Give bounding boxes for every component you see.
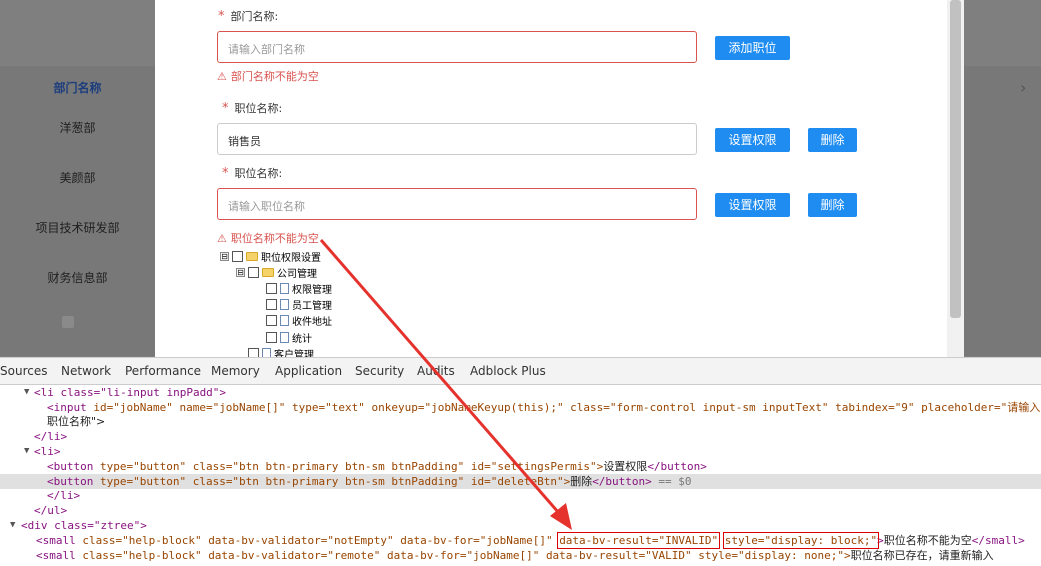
required-star-icon: * [222, 166, 229, 181]
chevron-right-icon[interactable]: › [1020, 78, 1026, 97]
folder-icon [246, 252, 258, 261]
dept-name-label: * 部门名称: [218, 9, 279, 24]
set-permission-button[interactable]: 设置权限 [715, 128, 790, 152]
tab-performance[interactable]: Performance [125, 364, 201, 378]
tree-node[interactable]: ⊟ 职位权限设置 [220, 246, 321, 264]
tab-adblock-plus[interactable]: Adblock Plus [470, 364, 546, 378]
tab-sources[interactable]: Sources [0, 364, 47, 378]
backdrop-square-icon [62, 316, 74, 328]
dom-node-line[interactable]: </li> [0, 429, 1041, 444]
warning-icon: ⚠ [217, 232, 227, 245]
dom-node-line-selected[interactable]: <button type="button" class="btn btn-pri… [0, 474, 1041, 489]
dom-node-line[interactable]: <small class="help-block" data-bv-valida… [0, 548, 1041, 563]
file-icon [280, 283, 289, 294]
tab-network[interactable]: Network [61, 364, 111, 378]
tree-checkbox[interactable] [266, 315, 277, 326]
tab-audits[interactable]: Audits [417, 364, 455, 378]
warning-icon: ⚠ [217, 70, 227, 83]
elements-panel: ▼ <li class="li-input inpPadd"> <input i… [0, 385, 1041, 566]
dom-node-line: 职位名称"> [47, 415, 106, 428]
delete-button[interactable]: 删除 [808, 193, 857, 217]
dept-name-input[interactable]: 请输入部门名称 [217, 31, 697, 63]
collapse-switch-icon[interactable]: ⊟ [236, 268, 245, 277]
delete-button[interactable]: 删除 [808, 128, 857, 152]
collapse-switch-icon[interactable]: ⊟ [220, 252, 229, 261]
tab-security[interactable]: Security [355, 364, 404, 378]
dept-list-item[interactable]: 美颜部 [0, 169, 155, 186]
tree-checkbox[interactable] [248, 267, 259, 278]
tree-checkbox[interactable] [266, 332, 277, 343]
tree-node[interactable]: 客户管理 [248, 343, 314, 361]
expand-triangle-icon[interactable]: ▼ [24, 385, 29, 400]
dom-node-line[interactable]: ▼ <li> [0, 444, 1041, 459]
dept-list-header[interactable]: 部门名称 [0, 79, 155, 96]
dom-node-line[interactable]: </ul> [0, 503, 1041, 518]
file-icon [280, 299, 289, 310]
job-name-input[interactable]: 请输入职位名称 [217, 188, 697, 220]
expand-triangle-icon[interactable]: ▼ [24, 444, 29, 459]
add-job-button[interactable]: 添加职位 [715, 36, 790, 60]
dept-list-item[interactable]: 洋葱部 [0, 119, 155, 136]
tree-checkbox[interactable] [232, 251, 243, 262]
expand-triangle-icon[interactable]: ▼ [10, 518, 15, 533]
annotation-box-invalid: data-bv-result="INVALID" [557, 532, 721, 549]
dom-node-line[interactable]: <input id="jobName" name="jobName[]" typ… [0, 400, 1041, 415]
job-name-input[interactable]: 销售员 [217, 123, 697, 155]
department-list-backdrop: 部门名称 洋葱部 美颜部 项目技术研发部 财务信息部 [0, 0, 155, 357]
tree-node[interactable]: 员工管理 [266, 294, 332, 312]
required-star-icon: * [218, 9, 225, 24]
dom-node-line[interactable]: </li> [0, 488, 1041, 503]
tab-memory[interactable]: Memory [211, 364, 260, 378]
annotation-box-style: style="display: block;" [722, 532, 880, 549]
dom-node-line[interactable]: ▼ <li class="li-input inpPadd"> [0, 385, 1041, 400]
job-name-label: * 职位名称: [222, 101, 283, 116]
tree-checkbox[interactable] [266, 299, 277, 310]
set-permission-button[interactable]: 设置权限 [715, 193, 790, 217]
modal-scrollbar[interactable] [947, 0, 964, 357]
tree-checkbox[interactable] [266, 283, 277, 294]
file-icon [280, 332, 289, 343]
dom-node-line[interactable]: <button type="button" class="btn btn-pri… [0, 459, 1041, 474]
file-icon [280, 315, 289, 326]
dept-name-error: ⚠ 部门名称不能为空 [217, 70, 319, 83]
job-name-label: * 职位名称: [222, 166, 283, 181]
dom-node-line[interactable]: ▼ <div class="ztree"> [0, 518, 1041, 533]
tree-node[interactable]: ⊟ 公司管理 [236, 262, 317, 280]
devtools-tabbar: Sources Network Performance Memory Appli… [0, 357, 1041, 385]
required-star-icon: * [222, 101, 229, 116]
job-name-error: ⚠ 职位名称不能为空 [217, 232, 319, 245]
scrollbar-thumb[interactable] [950, 0, 961, 318]
tree-node[interactable]: 统计 [266, 327, 312, 345]
folder-icon [262, 268, 274, 277]
dom-node-line[interactable]: <small class="help-block" data-bv-valida… [0, 532, 1041, 549]
right-backdrop: › [964, 0, 1041, 357]
dept-list-item[interactable]: 项目技术研发部 [0, 219, 155, 236]
tree-node[interactable]: 权限管理 [266, 278, 332, 296]
tree-node[interactable]: 收件地址 [266, 310, 332, 328]
tab-application[interactable]: Application [275, 364, 342, 378]
dept-list-item[interactable]: 财务信息部 [0, 269, 155, 286]
